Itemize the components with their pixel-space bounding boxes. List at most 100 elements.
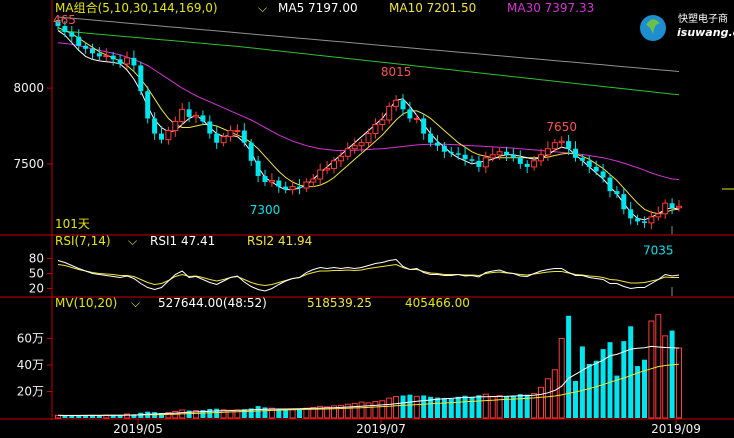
- candle-body: [600, 171, 606, 178]
- ma144-line: [57, 30, 680, 96]
- rsi-dropdown-icon[interactable]: ⌵: [128, 234, 137, 248]
- chart-canvas: 465 8015 7300 7650 7035 8000 7500 805020 60万 40万…: [0, 0, 734, 436]
- candle: [566, 134, 572, 155]
- candle-body: [669, 203, 675, 208]
- rsi1-value: RSI1 47.41: [150, 234, 215, 248]
- candle: [317, 163, 324, 186]
- candle-body: [551, 142, 558, 150]
- candle-body: [165, 130, 172, 141]
- candle-body: [655, 213, 662, 218]
- volume-tick-label: 60万: [17, 332, 44, 346]
- candle: [551, 138, 558, 153]
- volume-bar: [407, 394, 413, 418]
- volume-bar: [365, 402, 372, 419]
- candle: [524, 160, 530, 174]
- volume-bar: [496, 395, 503, 419]
- candle-body: [76, 36, 82, 46]
- candle-body: [172, 120, 179, 132]
- candle: [642, 216, 647, 228]
- ma30-value: MA30 7397.33: [507, 1, 594, 15]
- volume-bar: [283, 409, 289, 418]
- candle-body: [317, 169, 324, 180]
- mv-indicator-name: MV(10,20): [55, 296, 117, 310]
- candle-body: [324, 167, 331, 171]
- volume-bar: [614, 375, 620, 418]
- volume-tick-label: 20万: [17, 385, 44, 399]
- candle: [344, 142, 351, 161]
- candle-body: [586, 160, 592, 167]
- candle: [283, 181, 289, 194]
- volume-bar: [69, 415, 75, 418]
- ma10-line: [57, 27, 680, 215]
- candle-body: [344, 148, 351, 157]
- candle-body: [566, 141, 572, 149]
- volume-tick-label: 40万: [17, 358, 44, 372]
- price-indicator-dropdown-icon[interactable]: ⌵: [258, 1, 267, 15]
- candle: [248, 138, 254, 166]
- volume-bar: [435, 397, 440, 418]
- ma5-line: [57, 30, 680, 221]
- candle: [455, 147, 461, 160]
- candle-body: [268, 180, 275, 183]
- candle-body: [676, 205, 682, 209]
- candle-body: [207, 121, 213, 134]
- candle-body: [642, 221, 647, 223]
- candle-body: [517, 157, 523, 164]
- kline-chart: 465 8015 7300 7650 7035 8000 7500 80 50 20 60万 40万…: [0, 0, 734, 438]
- rsi-lines: [57, 258, 680, 292]
- volume-bar: [448, 398, 454, 418]
- volume-bar: [455, 396, 461, 418]
- volume-bar: [517, 394, 523, 418]
- candle-body: [614, 191, 620, 195]
- candle-body: [220, 136, 227, 144]
- candle: [103, 48, 110, 62]
- candle: [621, 187, 627, 215]
- candle: [227, 125, 234, 142]
- volume-bar: [386, 397, 393, 419]
- candle-body: [489, 154, 496, 159]
- candle: [655, 206, 662, 221]
- candle-body: [227, 130, 234, 138]
- volume-bar: [268, 407, 275, 419]
- candle: [214, 126, 220, 149]
- candle-body: [462, 154, 468, 160]
- candle: [131, 50, 137, 72]
- price-annotation: 8015: [381, 65, 412, 79]
- candle: [324, 160, 331, 174]
- volume-bar: [344, 403, 351, 419]
- candle-body: [393, 99, 400, 107]
- x-tick-label: 2019/07: [356, 422, 406, 436]
- candle: [662, 199, 669, 219]
- volume-bar: [207, 408, 213, 418]
- volume-bar: [579, 346, 585, 418]
- watermark-logo: 快塑电子商 isuwang.com: [640, 12, 734, 41]
- candle: [517, 150, 523, 169]
- candle-body: [214, 133, 220, 143]
- candle: [413, 114, 420, 124]
- candle-body: [331, 160, 337, 169]
- candle: [262, 169, 268, 186]
- volume-bar: [642, 359, 647, 418]
- candle-body: [138, 65, 144, 92]
- candle: [573, 141, 578, 162]
- candle: [172, 116, 179, 137]
- mv20-value: 405466.00: [405, 296, 470, 310]
- volume-bar: [544, 378, 551, 419]
- volume-bar: [255, 406, 261, 418]
- candle-body: [234, 130, 241, 133]
- volume-bar: [558, 338, 565, 419]
- candle-body: [186, 109, 192, 117]
- mv-dropdown-icon[interactable]: ⌵: [131, 296, 140, 310]
- x-tick-label: 2019/05: [113, 422, 163, 436]
- candle-body: [365, 133, 372, 144]
- candle-body: [648, 216, 655, 224]
- candle-body: [103, 55, 110, 58]
- x-tick-label: 2019/09: [651, 422, 701, 436]
- volume-bar: [538, 386, 544, 419]
- candle-body: [435, 142, 440, 146]
- candle: [676, 200, 682, 212]
- vol-value: 527644.00(48:52): [158, 296, 267, 310]
- candle: [372, 118, 379, 139]
- rsi-tick-label: 20: [29, 282, 44, 296]
- price-annotation: 7035: [643, 243, 674, 257]
